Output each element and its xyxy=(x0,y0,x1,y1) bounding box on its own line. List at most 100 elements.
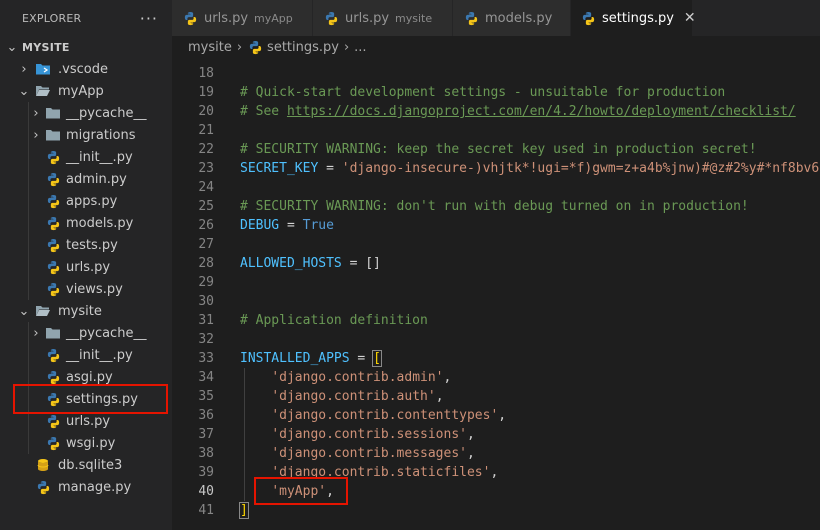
tree-item-label: admin.py xyxy=(66,171,127,187)
code-string: 'django.contrib.contenttypes' xyxy=(271,408,499,423)
tree-item-label: wsgi.py xyxy=(66,435,116,451)
tab-label: urls.py xyxy=(204,10,249,26)
tree-item-file[interactable]: urls.py xyxy=(0,256,172,278)
tab-urls-mysite[interactable]: urls.py mysite xyxy=(313,0,453,36)
tree-item-pycache[interactable]: › __pycache__ xyxy=(0,102,172,124)
line-number: 33 xyxy=(198,351,214,366)
code-line: ALLOWED_HOSTS = [] xyxy=(240,254,820,273)
code-line: # SECURITY WARNING: keep the secret key … xyxy=(240,142,757,157)
tree-item-label: myApp xyxy=(58,83,104,99)
tree-item-migrations[interactable]: › migrations xyxy=(0,124,172,146)
python-file-icon xyxy=(45,256,61,278)
chevron-down-icon: ⌄ xyxy=(18,303,30,319)
line-number: 24 xyxy=(198,180,214,195)
code-line: DEBUG = True xyxy=(240,216,820,235)
explorer-title: EXPLORER xyxy=(22,11,82,25)
breadcrumb-more[interactable]: ... xyxy=(354,40,366,55)
tree-item-file[interactable]: __init__.py xyxy=(0,146,172,168)
code-keyword: True xyxy=(302,218,334,233)
code-bracket: [] xyxy=(365,256,381,271)
folder-icon xyxy=(45,322,61,344)
line-number: 39 xyxy=(198,465,214,480)
tab-urls-myapp[interactable]: urls.py myApp xyxy=(172,0,313,36)
tree-item-file[interactable]: admin.py xyxy=(0,168,172,190)
code-line: 'django.contrib.auth', xyxy=(240,387,820,406)
tab-description: mysite xyxy=(395,11,433,25)
line-number: 36 xyxy=(198,408,214,423)
chevron-right-icon: › xyxy=(236,39,243,55)
code-line: INSTALLED_APPS = [ xyxy=(240,349,820,368)
line-number: 28 xyxy=(198,256,214,271)
tree-item-label: mysite xyxy=(58,303,102,319)
line-number-gutter: 18 19 20 21 22 23 24 25 26 27 28 29 30 3… xyxy=(172,58,214,520)
tree-item-label: urls.py xyxy=(66,413,111,429)
tree-item-label: __pycache__ xyxy=(66,325,147,341)
tree-item-vscode[interactable]: › .vscode xyxy=(0,58,172,80)
code-operator: = xyxy=(341,256,366,271)
tree-item-file[interactable]: apps.py xyxy=(0,190,172,212)
editor-tabs: urls.py myApp urls.py mysite models.py s… xyxy=(172,0,820,36)
tree-item-myapp[interactable]: ⌄ myApp xyxy=(0,80,172,102)
line-number: 25 xyxy=(198,199,214,214)
folder-open-icon xyxy=(35,300,51,322)
python-file-icon xyxy=(45,190,61,212)
line-number-current: 40 xyxy=(198,484,214,499)
tab-description: myApp xyxy=(254,11,293,25)
python-file-icon xyxy=(182,10,198,26)
line-number: 31 xyxy=(198,313,214,328)
tree-item-pycache[interactable]: › __pycache__ xyxy=(0,322,172,344)
python-file-icon xyxy=(45,146,61,168)
line-number: 41 xyxy=(198,503,214,518)
tree-item-file[interactable]: views.py xyxy=(0,278,172,300)
close-icon[interactable]: ✕ xyxy=(684,10,696,26)
code-line: 'django.contrib.contenttypes', xyxy=(240,406,820,425)
line-number: 37 xyxy=(198,427,214,442)
chevron-right-icon: › xyxy=(21,61,27,77)
code-operator: = xyxy=(318,161,342,176)
tree-item-mysite[interactable]: ⌄ mysite xyxy=(0,300,172,322)
line-number: 23 xyxy=(198,161,214,176)
python-file-icon xyxy=(581,10,596,26)
tree-item-label: manage.py xyxy=(58,479,132,495)
python-file-icon xyxy=(45,168,61,190)
tree-item-label: asgi.py xyxy=(66,369,113,385)
code-operator: = xyxy=(279,218,303,233)
code-variable: DEBUG xyxy=(240,218,280,233)
python-file-icon xyxy=(45,212,61,234)
breadcrumb: mysite › settings.py › ... xyxy=(172,36,820,58)
breadcrumb-folder[interactable]: mysite xyxy=(188,40,232,55)
breadcrumb-file[interactable]: settings.py xyxy=(267,40,339,55)
line-number: 34 xyxy=(198,370,214,385)
tree-item-manage[interactable]: manage.py xyxy=(0,476,172,498)
code-editor[interactable]: 18 19 20 21 22 23 24 25 26 27 28 29 30 3… xyxy=(172,58,820,530)
python-file-icon xyxy=(247,39,263,55)
highlight-box-settings xyxy=(13,384,168,414)
code-line: # Quick-start development settings - uns… xyxy=(240,85,726,100)
code-line: # See https://docs.djangoproject.com/en/… xyxy=(240,102,820,121)
line-number: 27 xyxy=(198,237,214,252)
line-number: 26 xyxy=(198,218,214,233)
tab-models[interactable]: models.py xyxy=(453,0,571,36)
python-file-icon xyxy=(463,10,479,26)
code-string: 'django.contrib.auth' xyxy=(271,389,436,404)
tree-item-file[interactable]: wsgi.py xyxy=(0,432,172,454)
tree-item-db[interactable]: db.sqlite3 xyxy=(0,454,172,476)
python-file-icon xyxy=(45,432,61,454)
tree-item-file[interactable]: __init__.py xyxy=(0,344,172,366)
tree-root-mysite[interactable]: ⌄ MYSITE xyxy=(0,36,172,58)
code-link[interactable]: https://docs.djangoproject.com/en/4.2/ho… xyxy=(287,104,796,119)
tree-item-file[interactable]: tests.py xyxy=(0,234,172,256)
tab-settings[interactable]: settings.py ✕ xyxy=(571,0,696,36)
line-number: 38 xyxy=(198,446,214,461)
code-comma: , xyxy=(443,370,452,385)
more-actions-icon[interactable]: ··· xyxy=(140,9,158,28)
code-bracket-matched: [ xyxy=(372,350,382,367)
tree-item-file[interactable]: models.py xyxy=(0,212,172,234)
tree-item-label: urls.py xyxy=(66,259,111,275)
code-line: SECRET_KEY = 'django-insecure-)vhjtk*!ug… xyxy=(240,159,820,178)
code-comma: , xyxy=(490,465,499,480)
chevron-down-icon: ⌄ xyxy=(18,83,30,99)
